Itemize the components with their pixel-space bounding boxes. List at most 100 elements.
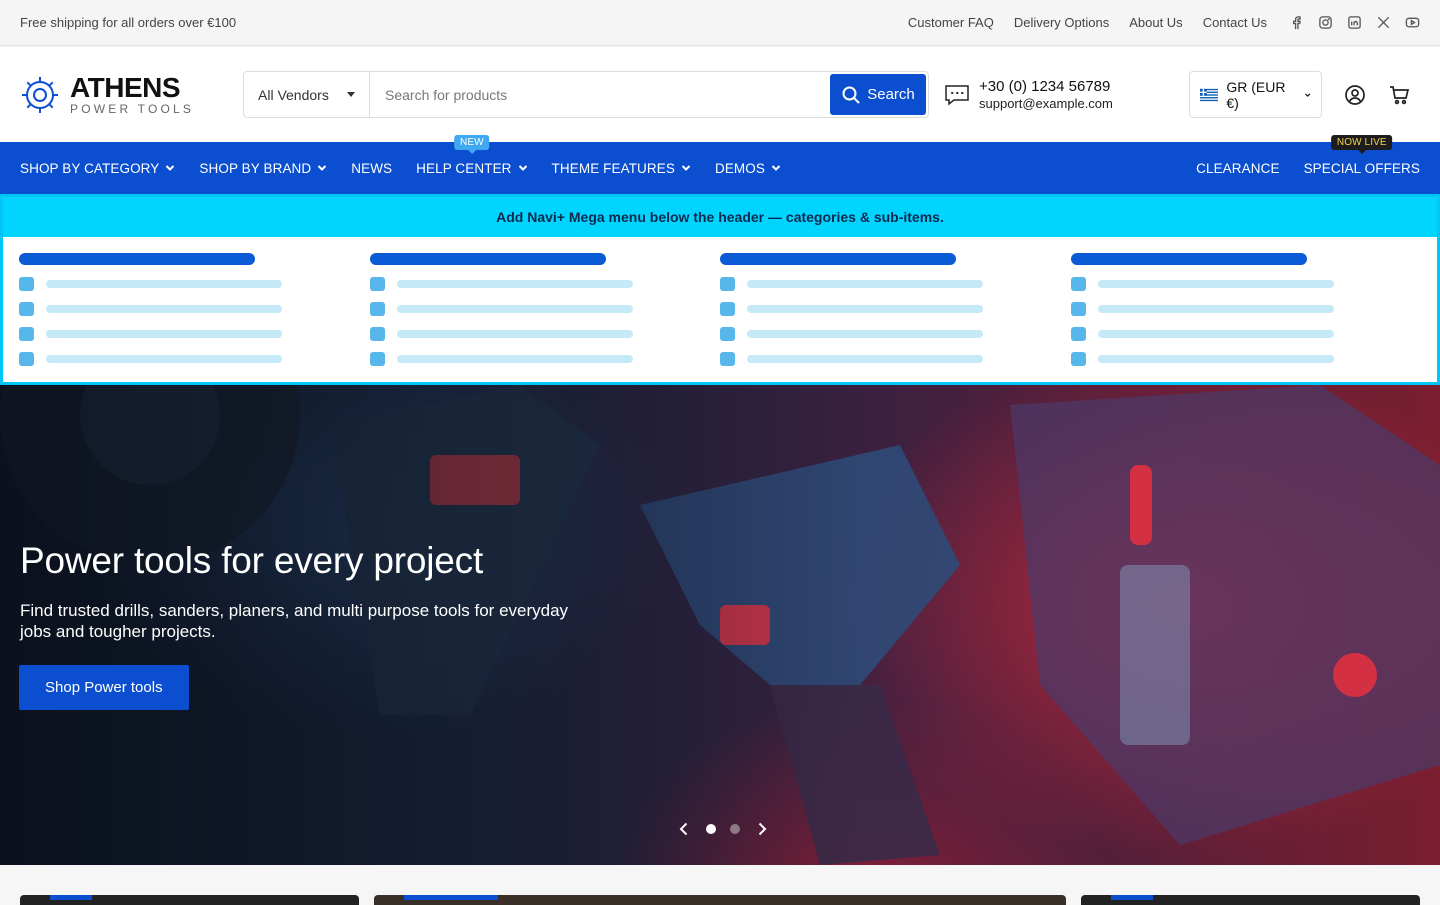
mega-menu-item-placeholder: [1070, 327, 1422, 341]
featured-card[interactable]: [1081, 895, 1420, 905]
mega-menu-heading-placeholder: [720, 253, 956, 265]
shop-power-tools-button[interactable]: Shop Power tools: [19, 664, 189, 710]
featured-cards-row: [0, 865, 1440, 905]
nav-label: DEMOS: [714, 160, 765, 176]
nav-label: HELP CENTER: [416, 160, 512, 176]
linkedin-icon[interactable]: [1347, 15, 1362, 30]
logo-subtitle: POWER TOOLS: [70, 102, 195, 116]
currency-selector[interactable]: GR (EUR €): [1189, 71, 1322, 118]
slideshow-controls: [676, 821, 770, 837]
mega-menu-item-placeholder: [369, 327, 721, 341]
nav-shop-by-category[interactable]: SHOP BY CATEGORY: [20, 161, 175, 176]
logo-title: ATHENS: [70, 72, 181, 103]
mega-menu-item-placeholder: [720, 352, 1071, 366]
mega-menu-item-placeholder: [720, 327, 1071, 341]
nav-shop-by-brand[interactable]: SHOP BY BRAND: [199, 161, 327, 176]
nav-demos[interactable]: DEMOS: [715, 161, 781, 176]
mega-menu-column: [19, 253, 370, 377]
nav-label: THEME FEATURES: [551, 160, 675, 176]
mega-menu-item-placeholder: [19, 302, 370, 316]
chevron-right-icon[interactable]: [754, 821, 770, 837]
greece-flag-icon: [1200, 88, 1219, 101]
now-live-badge: NOW LIVE: [1330, 134, 1393, 154]
chevron-left-icon[interactable]: [676, 821, 692, 837]
mega-menu-heading-placeholder: [369, 253, 606, 265]
mega-menu-item-placeholder: [369, 352, 721, 366]
mega-menu-banner: Add Navi+ Mega menu below the header — c…: [3, 197, 1437, 237]
contact-phone[interactable]: +30 (0) 1234 56789: [979, 78, 1113, 96]
slide-dot-active[interactable]: [706, 824, 716, 834]
caret-down-icon: [347, 92, 355, 97]
mega-menu-item-placeholder: [19, 277, 370, 291]
nav-clearance[interactable]: CLEARANCE: [1196, 161, 1279, 176]
chevron-down-icon: [681, 165, 691, 171]
mega-menu-item-placeholder: [720, 302, 1071, 316]
announcement-bar: Free shipping for all orders over €100 C…: [0, 0, 1440, 46]
x-icon[interactable]: [1376, 15, 1391, 30]
hero-title: Power tools for every project: [20, 540, 484, 581]
youtube-icon[interactable]: [1405, 15, 1420, 30]
search-icon: [842, 86, 860, 104]
gear-logo-icon: [22, 76, 58, 113]
nav-news[interactable]: NEWS: [351, 161, 392, 176]
mega-menu-columns: [3, 237, 1437, 377]
facebook-icon[interactable]: [1289, 15, 1304, 30]
announcement-text: Free shipping for all orders over €100: [20, 15, 237, 30]
mega-menu-placeholder: Add Navi+ Mega menu below the header — c…: [0, 194, 1440, 385]
social-links: [1289, 15, 1420, 30]
search-input[interactable]: [370, 72, 828, 117]
mega-menu-column: [369, 253, 721, 377]
mega-menu-item-placeholder: [1070, 352, 1422, 366]
new-badge: NEW: [454, 134, 490, 154]
site-header: ATHENS POWER TOOLS All Vendors Search +3…: [0, 47, 1440, 142]
mega-menu-item-placeholder: [1070, 302, 1422, 316]
search-button[interactable]: Search: [830, 74, 926, 115]
search-bar: All Vendors Search: [243, 71, 929, 118]
chevron-down-icon: [166, 165, 175, 171]
slide-dot[interactable]: [730, 824, 740, 834]
cart-icon[interactable]: [1388, 84, 1410, 106]
mega-menu-item-placeholder: [369, 277, 721, 291]
nav-theme-features[interactable]: THEME FEATURES: [552, 161, 691, 176]
contact-info: +30 (0) 1234 56789 support@example.com: [943, 78, 1189, 112]
mega-menu-column: [1070, 253, 1422, 377]
header-actions: [1344, 84, 1410, 106]
mega-menu-item-placeholder: [19, 327, 370, 341]
link-contact-us[interactable]: Contact Us: [1203, 15, 1267, 30]
nav-label: SPECIAL OFFERS: [1303, 160, 1420, 176]
hero-slideshow: Power tools for every project Find trust…: [0, 385, 1440, 865]
vendor-select-value: All Vendors: [258, 86, 329, 103]
chevron-down-icon: [1304, 92, 1310, 97]
link-about-us[interactable]: About Us: [1129, 15, 1182, 30]
link-delivery-options[interactable]: Delivery Options: [1014, 15, 1109, 30]
main-navigation: SHOP BY CATEGORY SHOP BY BRAND NEWS NEW …: [0, 134, 1440, 194]
chevron-down-icon: [771, 165, 781, 171]
chevron-down-icon: [518, 165, 527, 171]
nav-special-offers[interactable]: NOW LIVE SPECIAL OFFERS: [1303, 134, 1420, 176]
search-button-label: Search: [867, 86, 915, 103]
nav-help-center[interactable]: NEW HELP CENTER: [416, 134, 527, 176]
nav-label: CLEARANCE: [1196, 160, 1280, 176]
mega-menu-column: [720, 253, 1071, 377]
nav-label: SHOP BY BRAND: [199, 160, 312, 176]
nav-label: NEWS: [351, 160, 393, 176]
nav-label: SHOP BY CATEGORY: [20, 160, 160, 176]
chat-icon: [945, 84, 969, 106]
contact-email[interactable]: support@example.com: [979, 96, 1113, 112]
chevron-down-icon: [318, 165, 327, 171]
featured-card[interactable]: [374, 895, 1066, 905]
mega-menu-item-placeholder: [19, 352, 370, 366]
mega-menu-item-placeholder: [369, 302, 721, 316]
link-customer-faq[interactable]: Customer FAQ: [908, 15, 994, 30]
mega-menu-item-placeholder: [1070, 277, 1422, 291]
currency-value: GR (EUR €): [1226, 78, 1286, 111]
instagram-icon[interactable]: [1318, 15, 1333, 30]
hero-content: Power tools for every project Find trust…: [19, 540, 600, 710]
mega-menu-heading-placeholder: [1070, 253, 1307, 265]
account-icon[interactable]: [1344, 84, 1366, 106]
vendor-select[interactable]: All Vendors: [244, 72, 370, 117]
hero-subtitle: Find trusted drills, sanders, planers, a…: [20, 601, 569, 642]
top-links: Customer FAQ Delivery Options About Us C…: [908, 15, 1267, 30]
featured-card[interactable]: [20, 895, 359, 905]
logo[interactable]: ATHENS POWER TOOLS: [20, 74, 243, 115]
